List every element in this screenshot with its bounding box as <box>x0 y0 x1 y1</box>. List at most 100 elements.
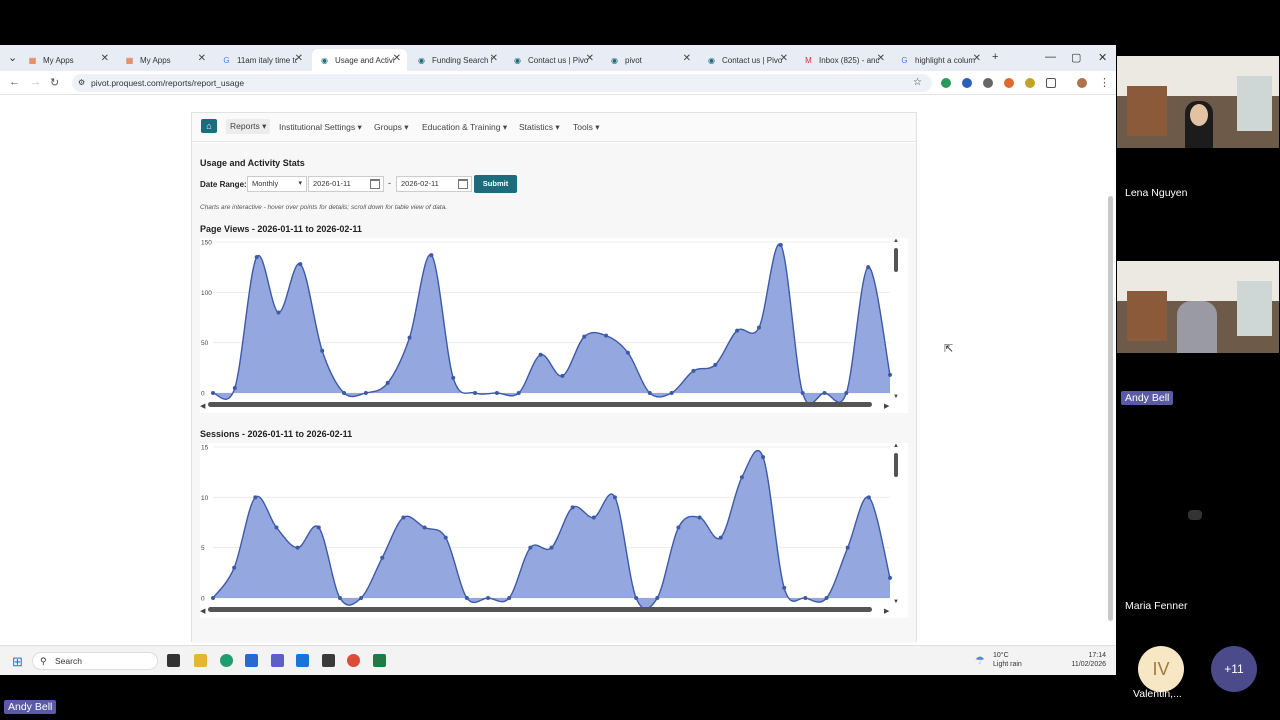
profile-avatar[interactable] <box>1077 78 1087 88</box>
data-point <box>844 391 849 395</box>
end-date-input[interactable]: 2026-02-11 <box>396 176 472 192</box>
y-tick-label: 0 <box>201 596 205 603</box>
close-tab-icon[interactable]: ✕ <box>490 53 498 64</box>
minimize-button[interactable]: — <box>1045 51 1056 63</box>
nav-education-training[interactable]: Education & Training ▾ <box>422 122 507 133</box>
browser-tab[interactable]: ▦ My Apps ✕ <box>20 49 115 71</box>
data-point <box>634 596 639 600</box>
range-select[interactable]: Monthly ▾ <box>247 176 307 192</box>
weather-widget[interactable]: 10°C Light rain <box>993 651 1022 669</box>
outlook-icon[interactable] <box>296 654 309 667</box>
extensions-puzzle-icon[interactable] <box>1046 78 1056 88</box>
close-tab-icon[interactable]: ✕ <box>586 53 594 64</box>
tab-list-chevron-icon[interactable]: ⌄ <box>8 51 17 64</box>
mouse-cursor-icon: ⇱ <box>944 343 954 355</box>
new-tab-button[interactable]: + <box>992 51 998 63</box>
participant-name: Lena Nguyen <box>1125 187 1188 199</box>
excel-icon[interactable] <box>373 654 386 667</box>
data-point <box>591 515 596 520</box>
tab-label: My Apps <box>140 55 171 65</box>
extension-icon[interactable] <box>1025 78 1035 88</box>
bookmark-star-icon[interactable]: ☆ <box>913 74 922 92</box>
teams-icon[interactable] <box>271 654 284 667</box>
browser-tab[interactable]: ◉ Funding Search R ✕ <box>409 49 504 71</box>
close-tab-icon[interactable]: ✕ <box>877 53 885 64</box>
close-tab-icon[interactable]: ✕ <box>780 53 788 64</box>
data-point <box>866 265 871 270</box>
data-point <box>803 596 808 600</box>
close-tab-icon[interactable]: ✕ <box>295 53 303 64</box>
menu-kebab-icon[interactable]: ⋮ <box>1099 76 1110 89</box>
more-participants-button[interactable]: +11 <box>1211 646 1257 692</box>
data-point <box>756 325 761 330</box>
app-icon[interactable] <box>322 654 335 667</box>
nav-reports[interactable]: Reports ▾ <box>226 119 271 134</box>
windows-start-icon[interactable]: ⊞ <box>12 654 23 670</box>
y-tick-label: 100 <box>201 290 212 297</box>
nav-institutional-settings[interactable]: Institutional Settings ▾ <box>279 122 362 133</box>
browser-tab[interactable]: ◉ Contact us | Pivot ✕ <box>699 49 794 71</box>
browser-tab[interactable]: G 11am italy time to ✕ <box>214 49 309 71</box>
data-point <box>422 525 427 530</box>
data-point <box>669 391 674 395</box>
close-tab-icon[interactable]: ✕ <box>101 53 109 64</box>
file-explorer-icon[interactable] <box>194 654 207 667</box>
data-point <box>538 352 543 357</box>
site-info-icon[interactable]: ⚙ <box>78 74 85 92</box>
close-tab-icon[interactable]: ✕ <box>683 53 691 64</box>
calendar-icon[interactable] <box>458 179 468 189</box>
store-icon[interactable] <box>245 654 258 667</box>
participant-name: Valentin,... <box>1133 688 1182 700</box>
calendar-icon[interactable] <box>370 179 380 189</box>
ms-apps-icon: ▦ <box>125 55 134 65</box>
browser-tab[interactable]: ▦ My Apps ✕ <box>117 49 212 71</box>
data-point <box>691 368 696 373</box>
data-point <box>824 596 829 600</box>
browser-tab[interactable]: ◉ Contact us | Pivot ✕ <box>505 49 600 71</box>
scroll-right-icon: ▶ <box>884 403 890 410</box>
close-tab-icon[interactable]: ✕ <box>393 53 401 64</box>
data-point <box>232 565 237 570</box>
nav-statistics[interactable]: Statistics ▾ <box>519 122 560 133</box>
scroll-up-icon: ▲ <box>893 238 899 244</box>
scroll-down-icon: ▼ <box>893 394 899 400</box>
clock[interactable]: 17:14 11/02/2026 <box>1066 651 1106 669</box>
taskbar-search[interactable]: ⚲ Search <box>32 652 158 670</box>
chrome-icon[interactable] <box>347 654 360 667</box>
browser-tab[interactable]: ◉ Usage and Activit ✕ <box>312 49 407 71</box>
browser-tab[interactable]: M Inbox (825) - andr ✕ <box>796 49 891 71</box>
chart-scrollbar-thumb <box>208 402 872 407</box>
data-point <box>211 391 215 395</box>
data-point <box>735 328 740 333</box>
home-icon[interactable]: ⌂ <box>201 119 217 133</box>
browser-window: ⌄ ▦ My Apps ✕ ▦ My Apps ✕ G 11am italy time to ✕… <box>0 45 1116 675</box>
edge-icon[interactable] <box>220 654 233 667</box>
extension-icon[interactable] <box>941 78 951 88</box>
avatar[interactable]: IV <box>1138 646 1184 692</box>
close-window-button[interactable]: ✕ <box>1098 51 1107 64</box>
maximize-button[interactable]: ▢ <box>1071 51 1081 64</box>
extension-icon[interactable] <box>962 78 972 88</box>
start-date-input[interactable]: 2026-01-11 <box>308 176 384 192</box>
page-scrollbar[interactable] <box>1108 196 1113 621</box>
page-views-chart[interactable]: 0 50 100 150 ◀ ▶ ▲ ▼ <box>200 238 908 413</box>
forward-icon[interactable]: → <box>30 76 41 88</box>
reload-icon[interactable]: ↻ <box>50 76 59 89</box>
nav-groups[interactable]: Groups ▾ <box>374 122 409 133</box>
back-icon[interactable]: ← <box>9 76 20 88</box>
data-point <box>604 333 609 338</box>
nav-tools[interactable]: Tools ▾ <box>573 122 599 133</box>
submit-button[interactable]: Submit <box>474 175 517 193</box>
extension-icon[interactable] <box>1004 78 1014 88</box>
data-point <box>507 596 512 600</box>
web-page: ⌂ Reports ▾ Institutional Settings ▾ Gro… <box>0 96 1116 643</box>
extension-icon[interactable] <box>983 78 993 88</box>
sessions-chart[interactable]: 0 5 10 15 ◀ ▶ ▲ ▼ <box>200 443 908 618</box>
data-point <box>549 545 554 550</box>
close-tab-icon[interactable]: ✕ <box>973 53 981 64</box>
browser-tab[interactable]: Ghighlight a colum ✕ <box>892 49 987 71</box>
close-tab-icon[interactable]: ✕ <box>198 53 206 64</box>
url-input[interactable]: ⚙ pivot.proquest.com/reports/report_usag… <box>72 74 932 92</box>
task-view-icon[interactable] <box>167 654 180 667</box>
browser-tab[interactable]: ◉ pivot ✕ <box>602 49 697 71</box>
